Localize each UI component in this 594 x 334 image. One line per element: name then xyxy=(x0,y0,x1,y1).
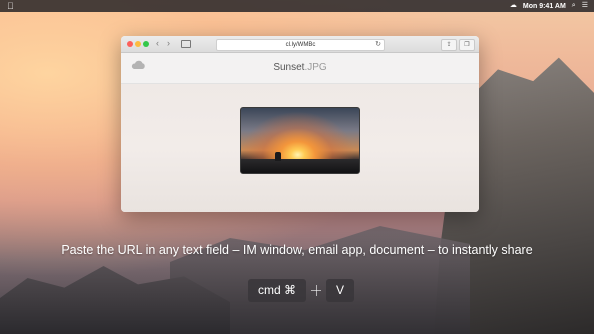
back-icon[interactable]: ‹ xyxy=(156,38,159,48)
file-title: Sunset.JPG xyxy=(121,62,479,73)
address-bar[interactable]: cl.ly/WMBc ↻ xyxy=(216,39,385,51)
tabs-button[interactable]: ❐ xyxy=(459,39,475,51)
list-icon[interactable]: ☰ xyxy=(582,0,588,12)
instruction-caption: Paste the URL in any text field – IM win… xyxy=(61,243,533,257)
v-key: V xyxy=(326,279,355,302)
sunset-photo[interactable] xyxy=(240,107,360,174)
search-icon[interactable]: ⌕ xyxy=(572,0,576,12)
forward-icon[interactable]: › xyxy=(167,38,170,48)
url-text: cl.ly/WMBc xyxy=(285,42,316,48)
browser-toolbar: ‹ › cl.ly/WMBc ↻ ⇪ ❐ xyxy=(121,36,479,53)
photo-ground xyxy=(241,159,359,173)
cmd-key: cmd ⌘ xyxy=(248,279,307,302)
photo-silhouette xyxy=(275,152,281,161)
menu-extras: ☁ Mon 9:41 AM ⌕ ☰ xyxy=(510,0,588,12)
cloud-icon[interactable]: ☁ xyxy=(510,0,517,12)
reload-icon[interactable]: ↻ xyxy=(375,40,381,50)
minimize-window-button[interactable] xyxy=(135,41,141,47)
file-name: Sunset xyxy=(273,62,305,73)
menu-bar:  ☁ Mon 9:41 AM ⌕ ☰ xyxy=(0,0,594,12)
clock[interactable]: Mon 9:41 AM xyxy=(523,3,566,10)
sidebar-toggle-icon[interactable] xyxy=(181,40,191,48)
browser-window: ‹ › cl.ly/WMBc ↻ ⇪ ❐ Sunset.JPG xyxy=(121,36,479,212)
keyboard-shortcut: cmd ⌘ V xyxy=(248,279,355,302)
close-window-button[interactable] xyxy=(127,41,133,47)
viewer-header: Sunset.JPG xyxy=(121,53,479,84)
share-button[interactable]: ⇪ xyxy=(441,39,457,51)
image-viewer xyxy=(121,84,479,212)
zoom-window-button[interactable] xyxy=(143,41,149,47)
file-extension: .JPG xyxy=(304,62,327,73)
plus-icon xyxy=(306,279,326,302)
apple-icon[interactable]:  xyxy=(7,1,14,11)
